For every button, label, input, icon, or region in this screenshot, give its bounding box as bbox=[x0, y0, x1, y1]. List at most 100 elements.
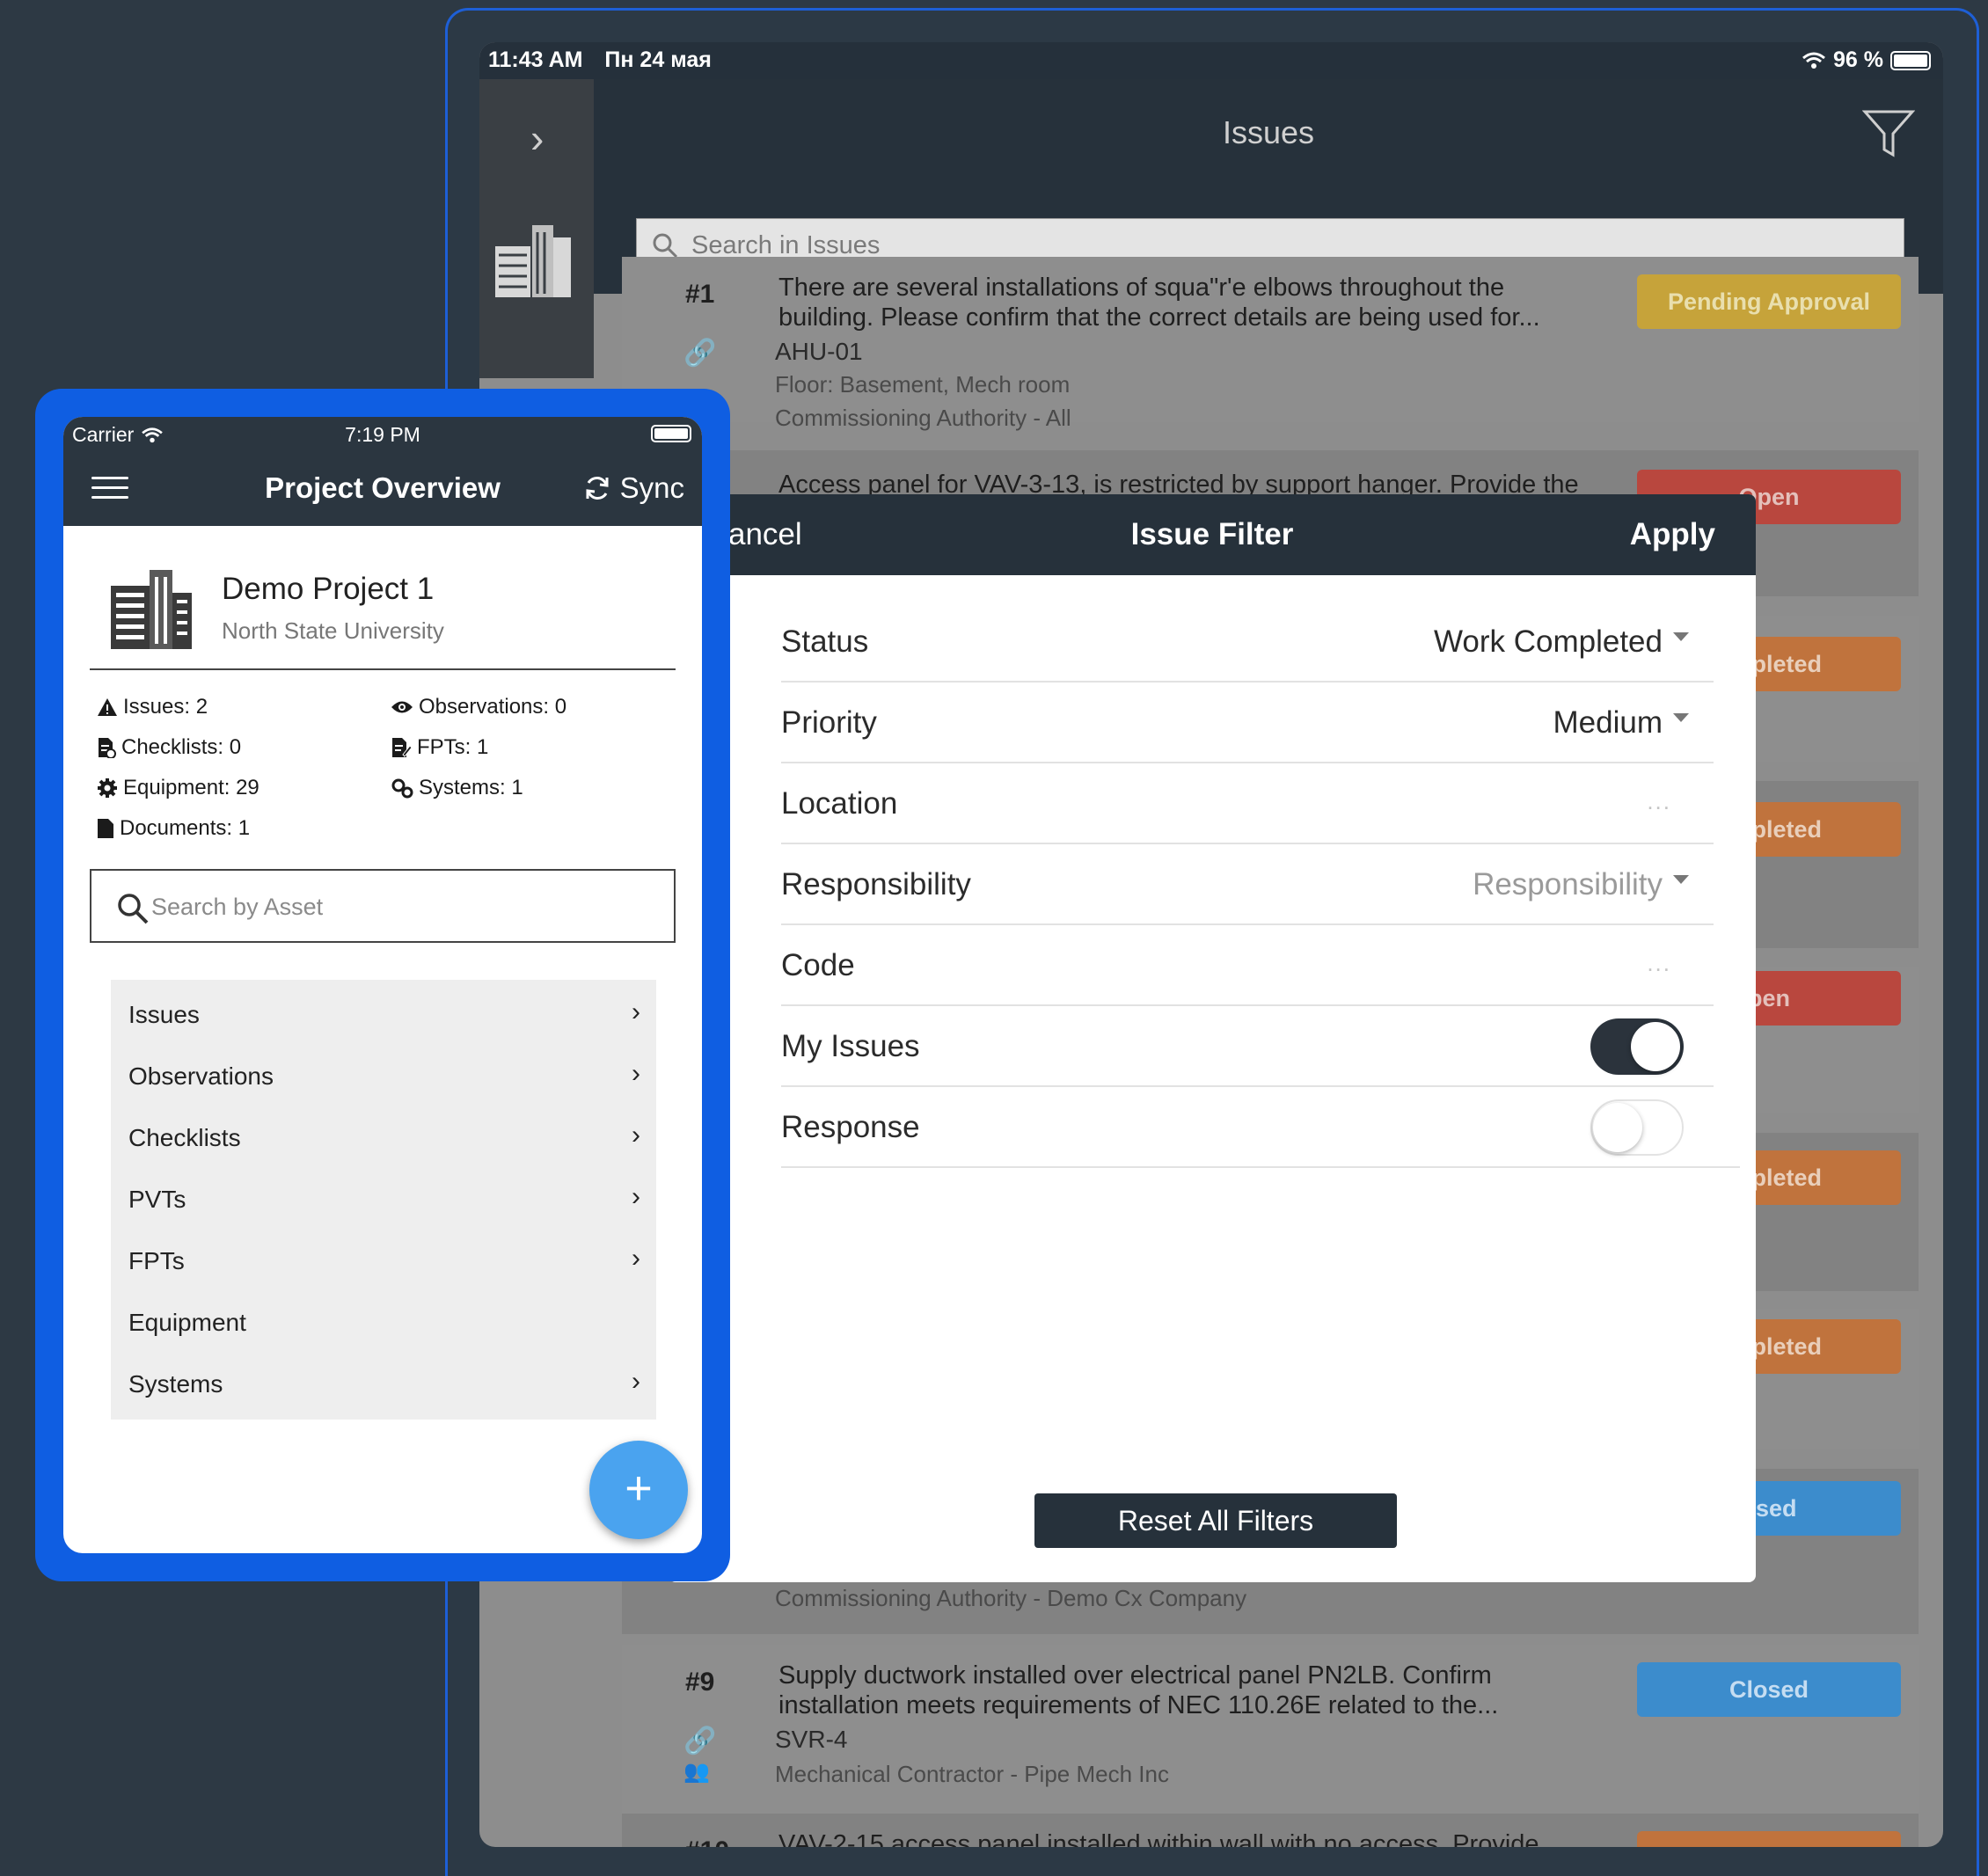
issue-number: #9 bbox=[685, 1668, 715, 1697]
menu-item-equipment[interactable]: Equipment bbox=[111, 1288, 656, 1358]
chevron-right-icon: › bbox=[632, 1244, 640, 1273]
chevron-right-icon: › bbox=[632, 1367, 640, 1396]
response-toggle[interactable] bbox=[1590, 1099, 1684, 1156]
filter-responsibility-value[interactable]: Responsibility bbox=[1473, 867, 1689, 902]
link-icon: 🔗 bbox=[683, 1726, 717, 1756]
filter-my-issues-label: My Issues bbox=[781, 1029, 920, 1063]
filter-location-value[interactable]: ... bbox=[1647, 788, 1671, 815]
phone-time: 7:19 PM bbox=[345, 423, 420, 446]
people-icon: 👥 bbox=[683, 1760, 710, 1784]
ipad-date: Пн 24 мая bbox=[604, 47, 712, 72]
ipad-sidebar-collapsed[interactable]: › bbox=[479, 79, 594, 378]
issue-responsibility: Commissioning Authority - All bbox=[775, 405, 1071, 431]
issue-card[interactable]: #9 Supply ductwork installed over electr… bbox=[622, 1645, 1919, 1814]
gear-icon bbox=[98, 778, 117, 798]
reset-filters-button[interactable]: Reset All Filters bbox=[1034, 1493, 1397, 1548]
chevron-right-icon: › bbox=[632, 1120, 640, 1150]
filter-my-issues-row: My Issues bbox=[781, 1006, 1714, 1087]
stat-systems: Systems: 1 bbox=[391, 776, 523, 800]
issue-card[interactable]: #1 There are several installations of sq… bbox=[622, 257, 1919, 431]
status-badge: Pending Approval bbox=[1637, 274, 1901, 329]
issue-filter-modal: ancel Issue Filter Apply Status Work Com… bbox=[669, 494, 1756, 1582]
chevron-down-icon bbox=[1673, 712, 1689, 722]
filter-code-value[interactable]: ... bbox=[1647, 950, 1671, 977]
filter-priority-label: Priority bbox=[781, 705, 877, 740]
battery-icon bbox=[1890, 50, 1931, 70]
ipad-battery-percent: 96 % bbox=[1833, 47, 1883, 72]
search-icon bbox=[118, 894, 149, 924]
phone-status-bar: Carrier 7:19 PM bbox=[63, 417, 702, 452]
filter-response-label: Response bbox=[781, 1110, 920, 1144]
menu-item-pvts[interactable]: PVTs › bbox=[111, 1164, 656, 1235]
document-edit-icon bbox=[392, 738, 412, 757]
apply-button[interactable]: Apply bbox=[1630, 517, 1715, 552]
chevron-right-icon: › bbox=[632, 997, 640, 1026]
stat-observations: Observations: 0 bbox=[391, 695, 566, 719]
phone-nav-bar: Project Overview Sync bbox=[63, 452, 702, 526]
chevron-down-icon bbox=[1673, 874, 1689, 884]
asset-search-input[interactable]: Search by Asset bbox=[90, 869, 676, 943]
chevron-right-icon[interactable]: › bbox=[530, 114, 544, 162]
issue-text: VAV-2-15 access panel installed within w… bbox=[778, 1830, 1539, 1847]
issue-text: There are several installations of squa"… bbox=[778, 274, 1540, 332]
sync-button[interactable]: Sync bbox=[583, 471, 684, 505]
ipad-status-bar: 11:43 AM Пн 24 мая 96 % bbox=[479, 42, 1943, 79]
issue-responsibility: Commissioning Authority - Demo Cx Compan… bbox=[775, 1585, 1247, 1611]
chevron-right-icon: › bbox=[632, 1059, 640, 1088]
add-button[interactable]: + bbox=[589, 1441, 688, 1539]
sync-icon bbox=[586, 477, 609, 500]
project-name: Demo Project 1 bbox=[222, 572, 435, 606]
stat-equipment: Equipment: 29 bbox=[97, 776, 259, 800]
filter-responsibility-label: Responsibility bbox=[781, 867, 971, 902]
building-icon bbox=[111, 570, 192, 649]
stat-checklists: Checklists: 0 bbox=[97, 735, 241, 760]
status-badge: Closed bbox=[1637, 1662, 1901, 1717]
menu-item-label: Systems bbox=[128, 1370, 223, 1398]
ipad-time: 11:43 AM bbox=[488, 47, 583, 72]
filter-status-row[interactable]: Status Work Completed bbox=[781, 602, 1714, 683]
stat-documents: Documents: 1 bbox=[97, 816, 250, 841]
filter-title: Issue Filter bbox=[1130, 517, 1294, 551]
menu-item-systems[interactable]: Systems › bbox=[111, 1349, 656, 1420]
menu-item-label: FPTs bbox=[128, 1247, 185, 1274]
chevron-right-icon: › bbox=[632, 1182, 640, 1211]
filter-response-row: Response bbox=[781, 1087, 1740, 1168]
issue-location: Floor: Basement, Mech room bbox=[775, 371, 1071, 398]
filter-code-label: Code bbox=[781, 948, 855, 982]
filter-status-value[interactable]: Work Completed bbox=[1434, 624, 1689, 660]
warning-icon bbox=[98, 698, 117, 716]
menu-item-observations[interactable]: Observations › bbox=[111, 1041, 656, 1112]
menu-item-checklists[interactable]: Checklists › bbox=[111, 1103, 656, 1173]
document-icon bbox=[98, 819, 113, 838]
checklist-icon bbox=[99, 738, 116, 758]
filter-icon[interactable] bbox=[1862, 109, 1915, 158]
phone-screen: Carrier 7:19 PM Project Overview Sync De… bbox=[63, 417, 702, 1553]
my-issues-toggle[interactable] bbox=[1590, 1018, 1684, 1075]
issue-responsibility: Mechanical Contractor - Pipe Mech Inc bbox=[775, 1761, 1169, 1787]
menu-item-label: Equipment bbox=[128, 1309, 246, 1336]
filter-status-label: Status bbox=[781, 624, 869, 659]
issue-card[interactable]: #10 VAV-2-15 access panel installed with… bbox=[622, 1814, 1919, 1847]
filter-location-row[interactable]: Location ... bbox=[781, 763, 1714, 844]
plus-icon: + bbox=[625, 1462, 653, 1515]
filter-code-row[interactable]: Code ... bbox=[781, 925, 1714, 1006]
filter-priority-value[interactable]: Medium bbox=[1553, 705, 1689, 741]
filter-priority-row[interactable]: Priority Medium bbox=[781, 683, 1714, 763]
project-header: Demo Project 1 North State University bbox=[90, 526, 676, 670]
issue-asset: SVR-4 bbox=[775, 1726, 848, 1753]
menu-item-label: Checklists bbox=[128, 1124, 241, 1151]
asset-search-placeholder: Search by Asset bbox=[151, 894, 324, 920]
project-org: North State University bbox=[222, 617, 444, 644]
menu-item-label: Issues bbox=[128, 1001, 200, 1028]
link-icon: 🔗 bbox=[683, 339, 717, 368]
menu-item-fpts[interactable]: FPTs › bbox=[111, 1226, 656, 1296]
battery-icon bbox=[651, 425, 691, 442]
menu-item-issues[interactable]: Issues › bbox=[111, 980, 656, 1050]
menu-item-label: Observations bbox=[128, 1062, 274, 1090]
wifi-icon bbox=[1802, 52, 1825, 69]
menu-item-label: PVTs bbox=[128, 1186, 186, 1213]
filter-responsibility-row[interactable]: Responsibility Responsibility bbox=[781, 844, 1714, 925]
status-badge: Work Completed bbox=[1637, 1831, 1901, 1847]
phone-frame: Carrier 7:19 PM Project Overview Sync De… bbox=[35, 389, 730, 1581]
ipad-page-title: Issues bbox=[1222, 114, 1315, 150]
